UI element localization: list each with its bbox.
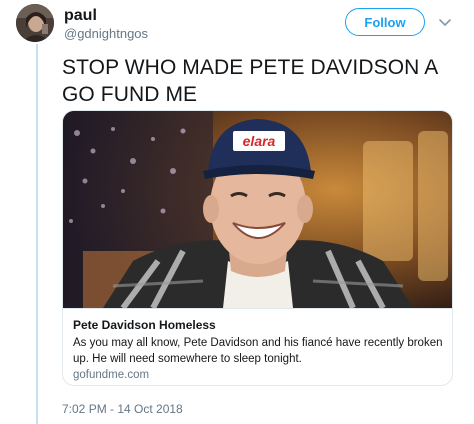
tweet-text: STOP WHO MADE PETE DAVIDSON A GO FUND ME	[62, 56, 438, 106]
chevron-down-icon[interactable]	[438, 15, 452, 29]
cap-logo-text: elara	[243, 133, 276, 149]
tweet: paul @gdnightngos Follow STOP WHO MADE P…	[0, 0, 474, 424]
link-card[interactable]: elara Pete Davidson Homeless As you may …	[62, 110, 453, 386]
card-body: Pete Davidson Homeless As you may all kn…	[63, 308, 452, 385]
timestamp[interactable]: 7:02 PM - 14 Oct 2018	[62, 402, 183, 416]
display-name[interactable]: paul	[64, 7, 97, 25]
follow-button[interactable]: Follow	[345, 8, 425, 36]
card-domain: gofundme.com	[73, 369, 150, 381]
avatar[interactable]	[16, 4, 54, 42]
thread-line	[36, 44, 38, 424]
card-title: Pete Davidson Homeless	[73, 318, 216, 332]
card-image: elara	[63, 111, 452, 308]
user-handle[interactable]: @gdnightngos	[64, 26, 148, 41]
card-description: As you may all know, Pete Davidson and h…	[73, 337, 443, 365]
avatar-photo	[16, 4, 54, 42]
